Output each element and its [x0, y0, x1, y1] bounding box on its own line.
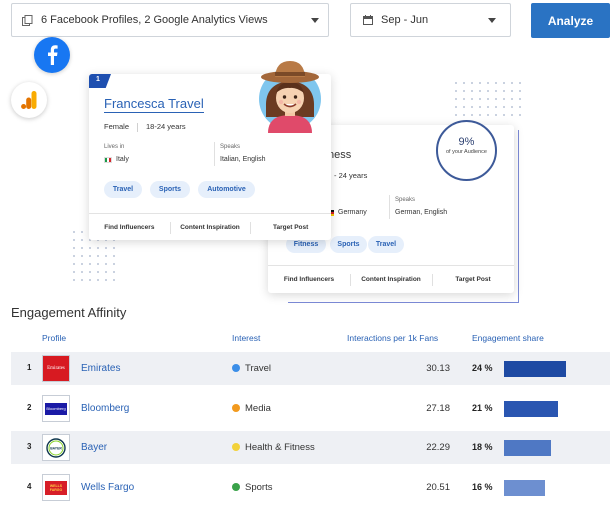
share-bar — [504, 401, 558, 417]
rank-badge: 1 — [89, 74, 111, 88]
google-analytics-icon — [11, 82, 47, 118]
lives-in-value: Italy — [116, 156, 129, 163]
bayer-cross-icon: BAYER — [46, 437, 66, 458]
card-gender: Female — [104, 122, 130, 131]
facebook-icon — [34, 37, 70, 73]
lives-in-value: Germany — [338, 209, 367, 216]
interest-label: Media — [245, 403, 271, 414]
profile-link[interactable]: Bloomberg — [81, 403, 129, 414]
interest-dot-icon — [232, 443, 240, 451]
share-value: 16 % — [472, 482, 493, 492]
svg-text:BAYER: BAYER — [50, 446, 62, 450]
bloomberg-logo-text: Bloomberg — [45, 402, 67, 415]
speaks-label: Speaks — [395, 197, 416, 203]
tag-sports[interactable]: Sports — [150, 181, 190, 198]
share-value: 21 % — [472, 403, 493, 413]
profile-logo: Emirates — [42, 355, 70, 382]
profiles-dropdown-label: 6 Facebook Profiles, 2 Google Analytics … — [41, 14, 268, 26]
row-rank: 1 — [27, 363, 32, 372]
tag-automotive[interactable]: Automotive — [198, 181, 255, 198]
target-post-button[interactable]: Target Post — [432, 266, 514, 293]
divider — [389, 195, 390, 219]
interactions-value: 27.18 — [426, 403, 450, 414]
italy-flag-icon — [104, 156, 112, 163]
share-bar — [504, 361, 566, 377]
share-bar — [504, 440, 551, 456]
card-lives-in: Germany — [326, 209, 367, 216]
date-range-dropdown[interactable]: Sep - Jun — [350, 3, 511, 37]
audience-caption: of your Audience — [446, 149, 487, 155]
chevron-down-icon — [488, 18, 496, 23]
audience-percent: 9% — [458, 136, 475, 148]
content-inspiration-button[interactable]: Content Inspiration — [350, 266, 432, 293]
calendar-icon — [363, 15, 373, 25]
profile-logo: BAYER — [42, 434, 70, 461]
table-row[interactable]: 4 WELLS FARGO Wells Fargo Sports 20.51 16 % — [11, 471, 610, 504]
content-inspiration-button[interactable]: Content Inspiration — [169, 214, 251, 241]
row-rank: 2 — [27, 403, 32, 412]
interest-label: Health & Fitness — [245, 442, 315, 453]
interest-dot-icon — [232, 404, 240, 412]
interest-label: Sports — [245, 482, 273, 493]
dot-pattern — [452, 79, 524, 119]
card-age: 18-24 years — [146, 122, 186, 131]
share-value: 18 % — [472, 442, 493, 452]
find-influencers-button[interactable]: Find Influencers — [89, 214, 170, 241]
table-row[interactable]: 3 BAYER Bayer Health & Fitness 22.29 18 % — [11, 431, 610, 464]
profiles-dropdown[interactable]: 6 Facebook Profiles, 2 Google Analytics … — [11, 3, 329, 37]
speaks-value: German, English — [395, 209, 448, 216]
target-post-button[interactable]: Target Post — [250, 214, 331, 241]
table-row[interactable]: 2 Bloomberg Bloomberg Media 27.18 21 % — [11, 392, 610, 425]
interactions-value: 20.51 — [426, 482, 450, 493]
analyze-button[interactable]: Analyze — [531, 3, 610, 38]
card-lives-in: Italy — [104, 156, 129, 163]
chevron-down-icon — [311, 18, 319, 23]
card-actions: Find Influencers Content Inspiration Tar… — [268, 265, 514, 293]
date-range-label: Sep - Jun — [381, 14, 429, 26]
profile-link[interactable]: Bayer — [81, 442, 107, 453]
avatar — [251, 55, 329, 133]
column-header-share: Engagement share — [472, 333, 544, 343]
interest-dot-icon — [232, 364, 240, 372]
card-age: - 24 years — [334, 171, 368, 180]
profile-logo: Bloomberg — [42, 395, 70, 422]
card-actions: Find Influencers Content Inspiration Tar… — [89, 213, 331, 241]
profiles-icon — [21, 14, 33, 26]
tag-travel[interactable]: Travel — [104, 181, 142, 198]
divider — [214, 142, 215, 166]
tag-sports[interactable]: Sports — [330, 236, 367, 253]
speaks-value: Italian, English — [220, 156, 266, 163]
tag-travel[interactable]: Travel — [368, 236, 404, 253]
card-demographics: Female 18-24 years — [104, 122, 186, 132]
interactions-value: 22.29 — [426, 442, 450, 453]
wells-fargo-logo-text: WELLS FARGO — [45, 480, 67, 495]
column-header-profile: Profile — [42, 333, 67, 343]
section-title: Engagement Affinity — [11, 305, 127, 320]
lives-in-label: Lives in — [104, 144, 125, 150]
profile-link[interactable]: Wells Fargo — [81, 482, 134, 493]
share-bar — [504, 480, 545, 496]
profile-link[interactable]: Emirates — [81, 363, 120, 374]
card-name[interactable]: Francesca Travel — [104, 96, 204, 113]
share-value: 24 % — [472, 363, 493, 373]
interest-dot-icon — [232, 483, 240, 491]
interactions-value: 30.13 — [426, 363, 450, 374]
emirates-logo-text: Emirates — [47, 366, 65, 371]
find-influencers-button[interactable]: Find Influencers — [268, 266, 350, 293]
row-rank: 4 — [27, 482, 32, 491]
column-header-interest: Interest — [232, 333, 261, 343]
row-rank: 3 — [27, 442, 32, 451]
table-row[interactable]: 1 Emirates Emirates Travel 30.13 24 % — [11, 352, 610, 385]
interest-label: Travel — [245, 363, 272, 374]
speaks-label: Speaks — [220, 144, 241, 150]
column-header-interactions: Interactions per 1k Fans — [347, 333, 439, 343]
card-name[interactable]: ness — [328, 149, 351, 162]
audience-percent-badge: 9% of your Audience — [436, 120, 497, 181]
profile-logo: WELLS FARGO — [42, 474, 70, 501]
